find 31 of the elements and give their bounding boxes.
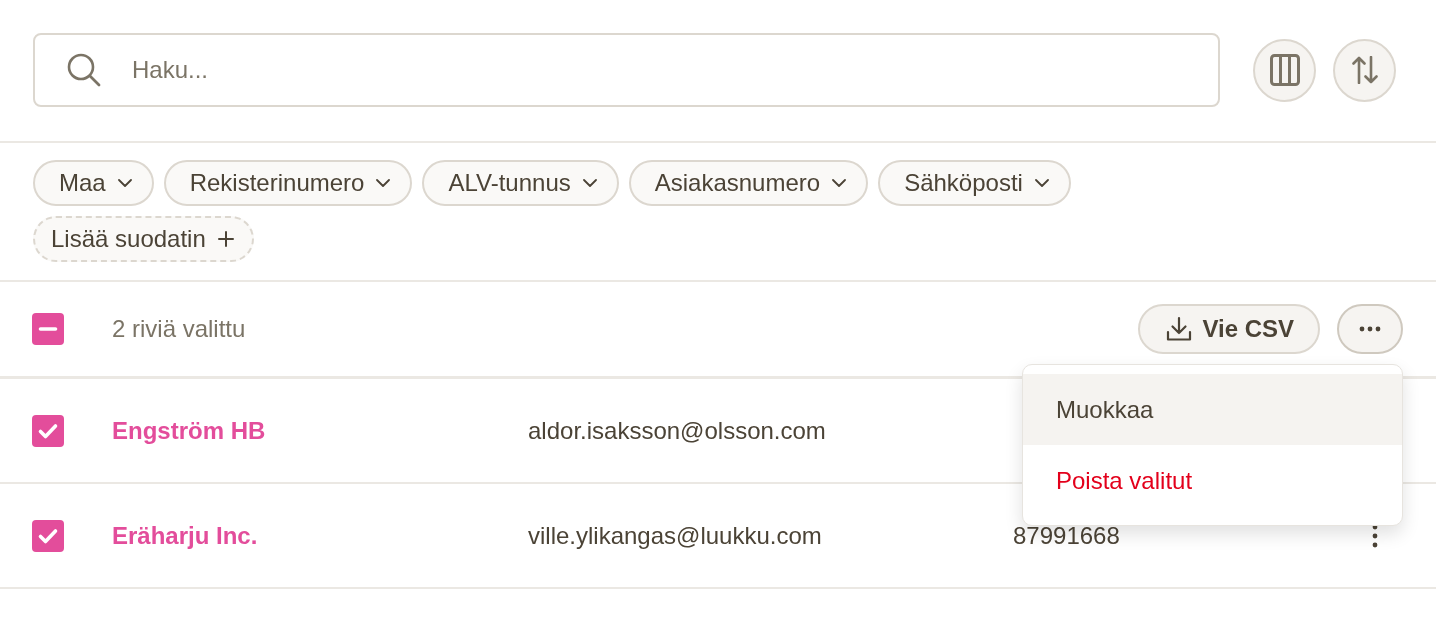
search-field[interactable]: Haku... (33, 33, 1220, 107)
chevron-down-icon (832, 179, 847, 187)
company-name-link[interactable]: Engström HB (112, 416, 266, 444)
plus-icon (217, 231, 234, 247)
number-text: 87991668 (1013, 521, 1120, 549)
chevron-down-icon (1034, 179, 1049, 187)
sort-icon (1351, 56, 1378, 84)
email-text: ville.ylikangas@luukku.com (528, 521, 822, 549)
filter-chip[interactable]: Asiakasnumero (628, 160, 869, 206)
company-name-link[interactable]: Eräharju Inc. (112, 521, 258, 549)
chevron-down-icon (582, 179, 597, 187)
chevron-down-icon (376, 179, 391, 187)
filter-chip[interactable]: ALV-tunnus (422, 160, 619, 206)
chevron-down-icon (117, 179, 132, 187)
email-text: aldor.isaksson@olsson.com (528, 416, 826, 444)
export-csv-button[interactable]: Vie CSV (1138, 304, 1320, 354)
checkbox[interactable] (32, 414, 64, 447)
filter-chip[interactable]: Sähköposti (878, 160, 1071, 206)
selection-count: 2 riviä valittu (112, 314, 246, 344)
checkbox[interactable] (32, 313, 64, 345)
checkbox[interactable] (32, 519, 64, 552)
more-vertical-icon[interactable] (1372, 523, 1378, 548)
menu-item[interactable]: Muokkaa (1023, 374, 1402, 445)
download-icon (1166, 316, 1193, 342)
add-filter-button[interactable]: Lisää suodatin (33, 216, 254, 262)
search-icon (67, 53, 101, 87)
menu-item[interactable]: Poista valitut (1023, 445, 1402, 516)
columns-icon (1269, 54, 1300, 86)
filter-chip[interactable]: Maa (33, 160, 154, 206)
filter-chip[interactable]: Rekisterinumero (163, 160, 413, 206)
more-icon (1359, 326, 1381, 332)
